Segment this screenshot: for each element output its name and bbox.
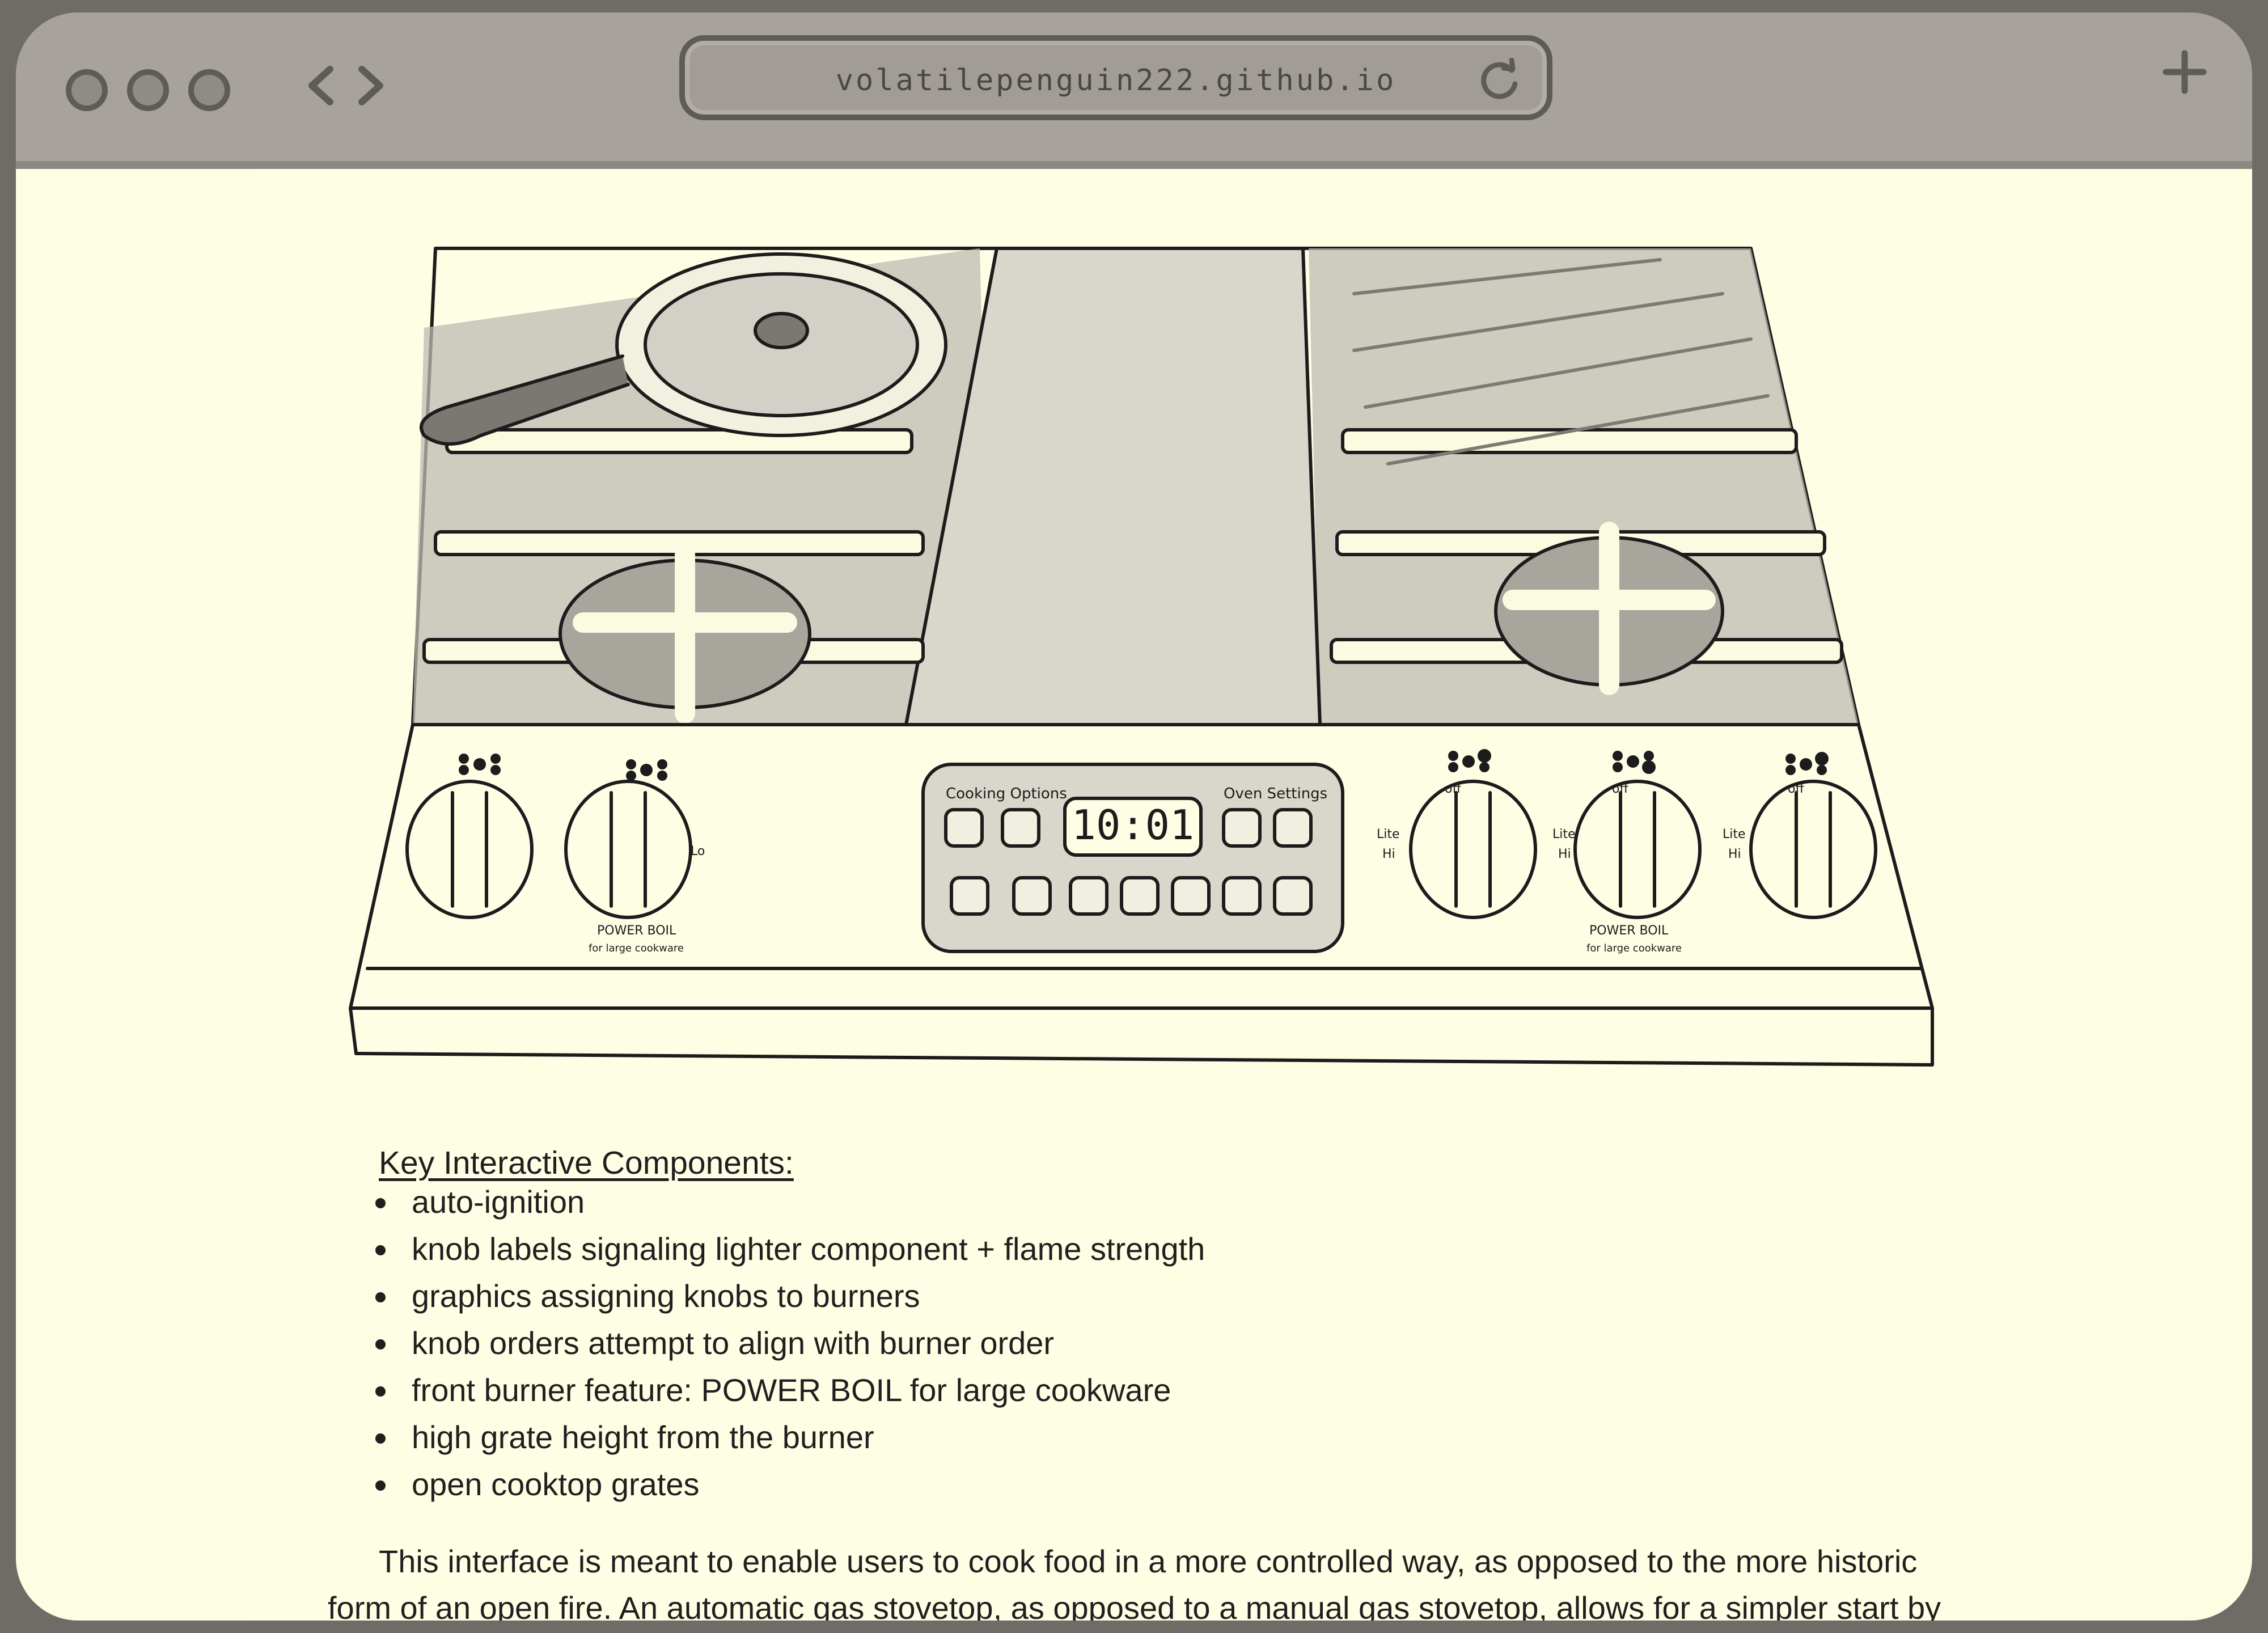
list-item: knob orders attempt to align with burner… — [367, 1319, 1205, 1367]
knob-off-label: off — [1612, 782, 1628, 796]
components-heading: Key Interactive Components: — [379, 1145, 794, 1181]
list-item: graphics assigning knobs to burners — [367, 1272, 1205, 1319]
list-item: open cooktop grates — [367, 1461, 1205, 1508]
knob-hi-label: Hi — [1558, 847, 1571, 861]
window-controls — [66, 69, 230, 111]
clock-display: 10:01 — [1072, 801, 1195, 849]
maximize-dot-icon[interactable] — [188, 69, 230, 111]
features-list: auto-ignition knob labels signaling ligh… — [367, 1178, 1205, 1508]
browser-window: volatilepenguin222.github.io Cooking Opt… — [16, 12, 2252, 1621]
power-boil-left-label: POWER BOIL — [597, 924, 676, 938]
address-bar[interactable]: volatilepenguin222.github.io — [679, 35, 1552, 120]
knob-lite-label: Lite — [1552, 827, 1576, 841]
reload-icon[interactable] — [1476, 58, 1522, 103]
forward-arrow-icon[interactable] — [354, 65, 388, 107]
oven-settings-label: Oven Settings — [1224, 785, 1327, 802]
stovetop-sketch: Cooking Options Oven Settings POWER BOIL… — [349, 247, 1934, 1067]
knob-lite-label: Lite — [1723, 827, 1746, 841]
knob-lo-label: Lo — [691, 844, 705, 858]
power-boil-left-sub: for large cookware — [589, 942, 684, 954]
cooking-options-label: Cooking Options — [946, 785, 1067, 802]
knob-off-label: off — [1788, 782, 1804, 796]
description-paragraph: This interface is meant to enable users … — [328, 1543, 1941, 1621]
knob-off-label: off — [1445, 782, 1461, 796]
knob-hi-label: Hi — [1382, 847, 1395, 861]
page-content: Cooking Options Oven Settings POWER BOIL… — [16, 169, 2252, 1621]
close-dot-icon[interactable] — [66, 69, 108, 111]
power-boil-right-label: POWER BOIL — [1589, 924, 1669, 938]
list-item: auto-ignition — [367, 1178, 1205, 1225]
power-boil-right-sub: for large cookware — [1586, 942, 1682, 954]
list-item: front burner feature: POWER BOIL for lar… — [367, 1367, 1205, 1414]
back-arrow-icon[interactable] — [304, 65, 338, 107]
knob-hi-label: Hi — [1728, 847, 1741, 861]
browser-toolbar: volatilepenguin222.github.io — [16, 12, 2252, 169]
new-tab-plus-icon[interactable] — [2159, 46, 2210, 98]
knob-lite-label: Lite — [1377, 827, 1400, 841]
minimize-dot-icon[interactable] — [127, 69, 169, 111]
url-text[interactable]: volatilepenguin222.github.io — [685, 64, 1547, 98]
list-item: knob labels signaling lighter component … — [367, 1225, 1205, 1272]
list-item: high grate height from the burner — [367, 1414, 1205, 1461]
